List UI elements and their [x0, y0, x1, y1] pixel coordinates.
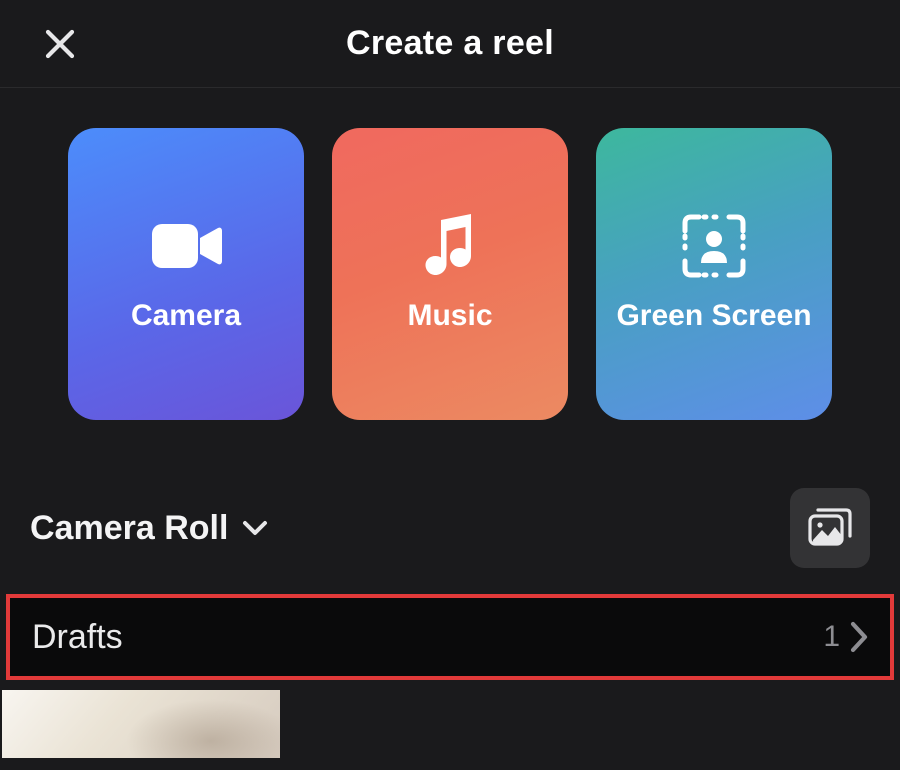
- close-icon: [43, 27, 77, 61]
- green-screen-card[interactable]: Green Screen: [596, 128, 832, 420]
- close-button[interactable]: [38, 22, 82, 66]
- source-label: Camera Roll: [30, 509, 228, 548]
- green-screen-icon: [679, 215, 749, 277]
- drafts-label: Drafts: [32, 618, 123, 657]
- chevron-right-icon: [848, 620, 870, 654]
- header: Create a reel: [0, 0, 900, 88]
- camera-card[interactable]: Camera: [68, 128, 304, 420]
- gallery-icon: [808, 508, 852, 548]
- music-card-label: Music: [407, 299, 492, 333]
- music-card[interactable]: Music: [332, 128, 568, 420]
- media-thumbnail-strip: [0, 690, 900, 758]
- media-thumbnail[interactable]: [2, 690, 280, 758]
- green-screen-card-label: Green Screen: [616, 299, 811, 333]
- chevron-down-icon: [242, 519, 268, 537]
- drafts-right: 1: [823, 620, 870, 654]
- camera-card-label: Camera: [131, 299, 241, 333]
- source-section: Camera Roll: [0, 460, 900, 586]
- source-selector[interactable]: Camera Roll: [30, 509, 268, 548]
- drafts-count: 1: [823, 620, 840, 654]
- camera-icon: [150, 215, 222, 277]
- drafts-row[interactable]: Drafts 1: [6, 594, 894, 680]
- create-options-row: Camera Music Green Screen: [0, 88, 900, 460]
- music-icon: [421, 215, 479, 277]
- page-title: Create a reel: [38, 24, 862, 63]
- gallery-multi-select-button[interactable]: [790, 488, 870, 568]
